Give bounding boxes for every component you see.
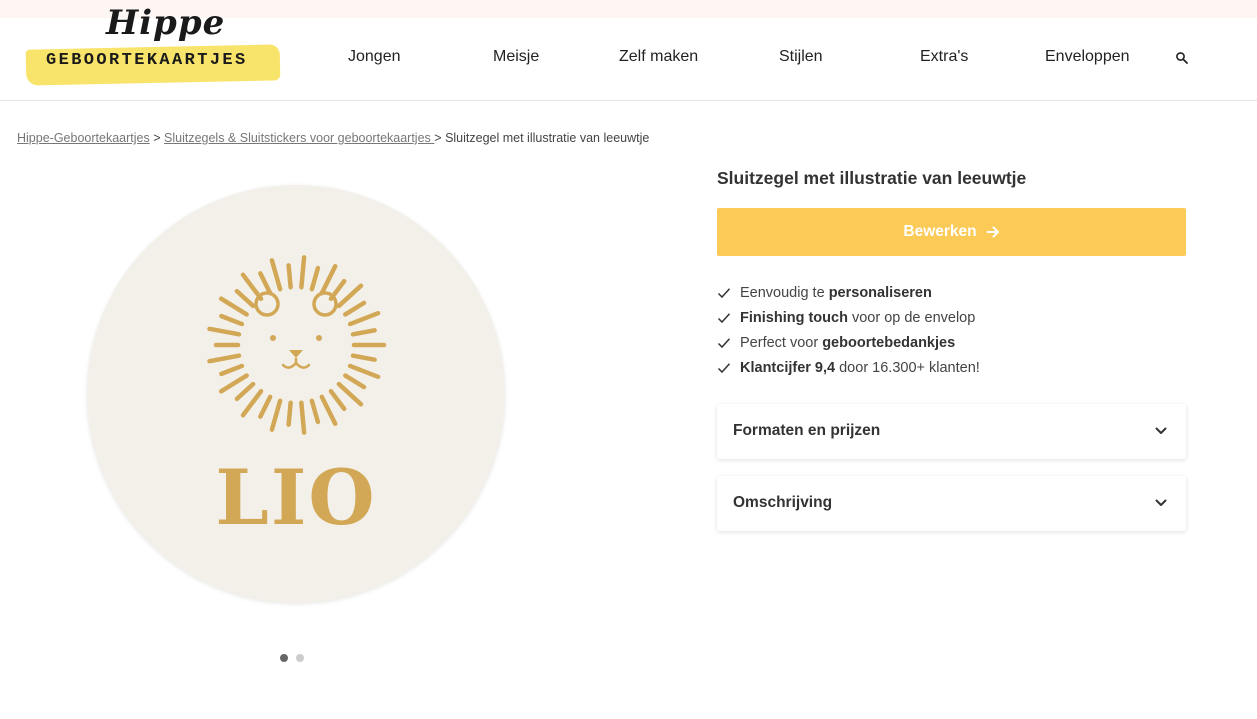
- feature-item: Klantcijfer 9,4 door 16.300+ klanten!: [717, 355, 980, 380]
- site-logo[interactable]: Hippe GEBOORTEKAARTJES: [24, 3, 286, 99]
- feature-list: Eenvoudig te personaliseren Finishing to…: [717, 280, 980, 380]
- product-image-sticker: LIO: [87, 185, 505, 603]
- accordion-formaten-en-prijzen[interactable]: Formaten en prijzen: [717, 404, 1186, 459]
- site-header: Hippe GEBOORTEKAARTJES Jongen Meisje Zel…: [0, 3, 1257, 101]
- check-icon: [717, 362, 731, 373]
- sticker-name-text: LIO: [215, 453, 377, 542]
- feature-text: Perfect voor geboortebedankjes: [740, 334, 956, 351]
- feature-text: Finishing touch voor op de envelop: [740, 309, 976, 326]
- search-icon[interactable]: [1175, 51, 1189, 65]
- edit-button[interactable]: Bewerken: [717, 208, 1186, 256]
- edit-button-label: Bewerken: [903, 223, 977, 240]
- logo-text: GEBOORTEKAARTJES: [46, 51, 248, 70]
- feature-item: Eenvoudig te personaliseren: [717, 280, 980, 305]
- breadcrumb-separator: >: [153, 131, 161, 145]
- feature-text: Eenvoudig te personaliseren: [740, 284, 932, 301]
- nav-enveloppen[interactable]: Enveloppen: [1045, 48, 1130, 66]
- nav-zelf-maken[interactable]: Zelf maken: [619, 48, 698, 66]
- logo-script: Hippe: [106, 3, 226, 43]
- arrow-right-icon: [986, 226, 999, 238]
- accordion-omschrijving[interactable]: Omschrijving: [717, 476, 1186, 531]
- check-icon: [717, 312, 731, 323]
- nav-extras[interactable]: Extra's: [920, 48, 968, 66]
- nav-jongen[interactable]: Jongen: [348, 48, 401, 66]
- accordion-label: Omschrijving: [733, 494, 833, 511]
- check-icon: [717, 287, 731, 298]
- gallery-dot-2[interactable]: [296, 654, 304, 662]
- product-image-gallery[interactable]: LIO: [87, 185, 505, 603]
- nav-meisje[interactable]: Meisje: [493, 48, 539, 66]
- breadcrumb: Hippe-Geboortekaartjes > Sluitzegels & S…: [17, 131, 649, 145]
- feature-text: Klantcijfer 9,4 door 16.300+ klanten!: [740, 359, 980, 376]
- chevron-down-icon: [1155, 427, 1167, 434]
- gallery-dot-1[interactable]: [280, 654, 288, 662]
- breadcrumb-link-category[interactable]: Sluitzegels & Sluitstickers voor geboort…: [164, 131, 434, 145]
- chevron-down-icon: [1155, 499, 1167, 506]
- breadcrumb-separator: >: [434, 131, 442, 145]
- feature-item: Finishing touch voor op de envelop: [717, 305, 980, 330]
- accordion-label: Formaten en prijzen: [733, 422, 881, 439]
- breadcrumb-current: Sluitzegel met illustratie van leeuwtje: [445, 131, 650, 145]
- product-title: Sluitzegel met illustratie van leeuwtje: [717, 168, 1027, 188]
- check-icon: [717, 337, 731, 348]
- nav-stijlen[interactable]: Stijlen: [779, 48, 823, 66]
- breadcrumb-link-home[interactable]: Hippe-Geboortekaartjes: [17, 131, 150, 145]
- feature-item: Perfect voor geboortebedankjes: [717, 330, 980, 355]
